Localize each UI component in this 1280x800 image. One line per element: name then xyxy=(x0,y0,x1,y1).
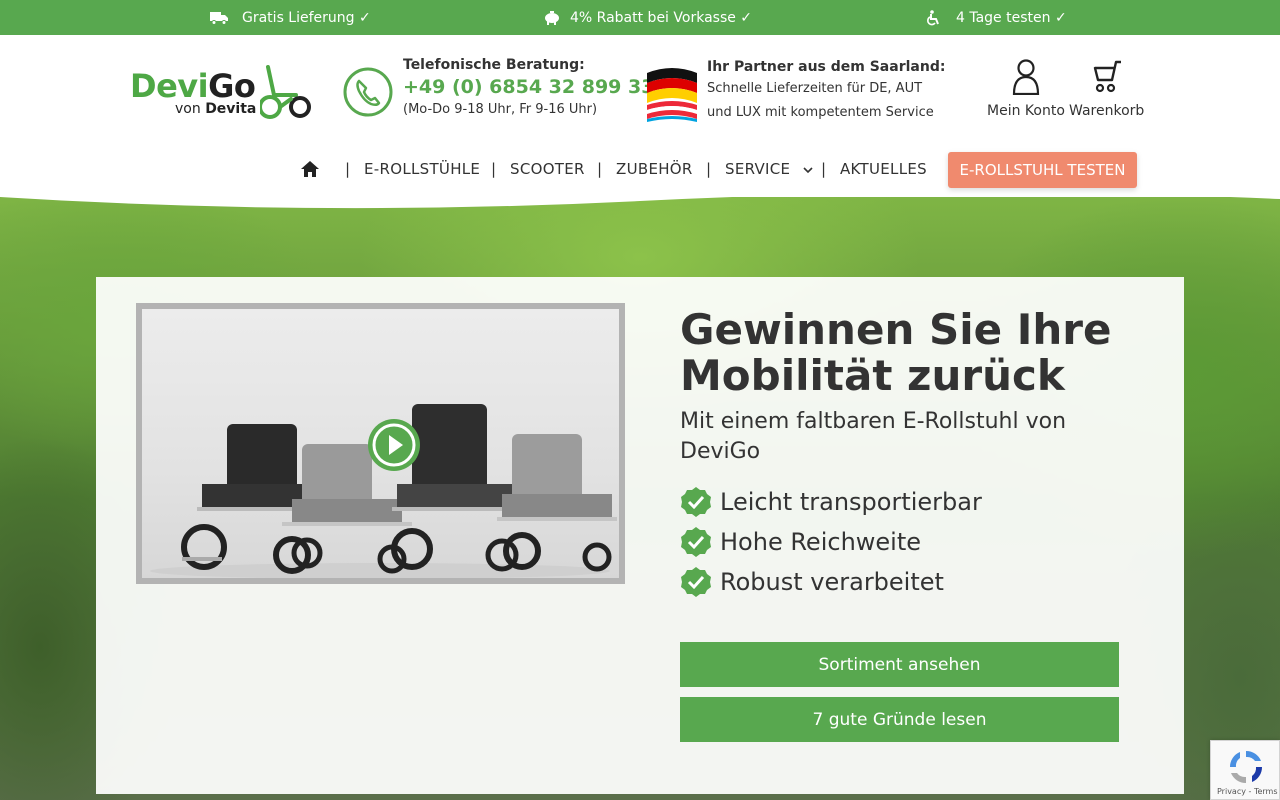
phone-number-link[interactable]: +49 (0) 6854 32 899 33 xyxy=(403,76,654,98)
user-icon xyxy=(1012,59,1040,95)
wheelchair-icon xyxy=(927,9,939,25)
cart-icon xyxy=(1093,60,1121,93)
nav-separator: | xyxy=(345,160,351,178)
nav-item-scooter[interactable]: SCOOTER xyxy=(510,160,585,178)
check-badge-icon xyxy=(681,487,711,517)
saarland-partner-info: Ihr Partner aus dem Saarland: Schnelle L… xyxy=(707,57,945,125)
hero-subtitle: Mit einem faltbaren E-Rollstuhl von Devi… xyxy=(680,409,1067,464)
main-navigation: | E-ROLLSTÜHLE | SCOOTER | ZUBEHÖR | SER… xyxy=(0,152,1280,188)
devigo-logo[interactable]: DeviGo von Devita xyxy=(130,65,312,121)
phone-hours: (Mo-Do 9-18 Uhr, Fr 9-16 Uhr) xyxy=(403,102,598,117)
chevron-down-icon xyxy=(803,167,813,174)
nav-item-e-rollstuehle[interactable]: E-ROLLSTÜHLE xyxy=(364,160,480,178)
benefit-text: Leicht transportierbar xyxy=(720,488,982,516)
phone-consultation: Telefonische Beratung: +49 (0) 6854 32 8… xyxy=(403,57,654,117)
my-account-link[interactable]: Mein Konto xyxy=(987,59,1065,119)
check-badge-icon xyxy=(681,527,711,557)
de-at-lu-flags-icon xyxy=(647,68,697,122)
partner-title: Ihr Partner aus dem Saarland: xyxy=(707,59,946,75)
recaptcha-links[interactable]: Privacy - Terms xyxy=(1217,787,1278,796)
benefit-free-delivery: Gratis Lieferung ✓ xyxy=(210,0,371,35)
nav-item-zubehoer[interactable]: ZUBEHÖR xyxy=(616,160,693,178)
nav-separator: | xyxy=(491,160,497,178)
logo-sub-devita: Devita xyxy=(205,101,257,117)
piggy-bank-icon xyxy=(545,10,559,25)
nav-item-service-label: SERVICE xyxy=(725,160,791,178)
check-badge-icon xyxy=(681,567,711,597)
benefit-text: Hohe Reichweite xyxy=(720,528,922,556)
my-account-label: Mein Konto xyxy=(987,103,1065,119)
video-thumbnail xyxy=(142,309,619,578)
phone-label: Telefonische Beratung: xyxy=(403,57,585,73)
benefit-text: Robust verarbeitet xyxy=(720,568,944,596)
top-benefits-bar: Gratis Lieferung ✓ 4% Rabatt bei Vorkass… xyxy=(0,0,1280,35)
wheelchair-logo-icon xyxy=(260,65,311,119)
hero-top-wave xyxy=(0,197,1280,209)
logo-sub-von: von xyxy=(175,101,206,117)
benefit-label: 4 Tage testen ✓ xyxy=(956,9,1067,26)
logo-wordmark: DeviGo xyxy=(130,67,256,105)
nav-item-aktuelles[interactable]: AKTUELLES xyxy=(840,160,927,178)
nav-item-service[interactable]: SERVICE xyxy=(725,160,813,178)
recaptcha-badge[interactable]: Privacy - Terms xyxy=(1210,740,1280,800)
nav-separator: | xyxy=(821,160,827,178)
phone-icon xyxy=(343,67,393,117)
benefit-list-item: Robust verarbeitet xyxy=(680,562,982,602)
logo-brand-devi: Devi xyxy=(130,67,209,105)
logo-subline: von Devita xyxy=(175,101,256,117)
benefit-label: 4% Rabatt bei Vorkasse ✓ xyxy=(570,9,753,26)
nav-separator: | xyxy=(597,160,603,178)
hero-content-panel: Gewinnen Sie Ihre Mobilität zurück Mit e… xyxy=(96,277,1184,794)
logo-brand-go: Go xyxy=(208,67,256,105)
cart-link[interactable]: Warenkorb xyxy=(1069,59,1144,119)
gute-gruende-lesen-button[interactable]: 7 gute Gründe lesen xyxy=(680,697,1119,742)
sortiment-ansehen-button[interactable]: Sortiment ansehen xyxy=(680,642,1119,687)
truck-icon xyxy=(210,11,228,25)
benefit-trial: 4 Tage testen ✓ xyxy=(926,0,1067,35)
benefit-discount: 4% Rabatt bei Vorkasse ✓ xyxy=(544,0,752,35)
benefit-label: Gratis Lieferung ✓ xyxy=(242,9,371,26)
site-header: DeviGo von Devita Telefonische Beratung:… xyxy=(0,35,1280,197)
hero-title: Gewinnen Sie Ihre Mobilität zurück xyxy=(680,305,1112,400)
home-icon[interactable] xyxy=(300,160,320,178)
cart-label: Warenkorb xyxy=(1069,103,1145,119)
play-icon[interactable] xyxy=(366,417,422,473)
benefit-list: Leicht transportierbar Hohe Reichweite R… xyxy=(680,482,982,602)
e-rollstuhl-testen-button[interactable]: E-ROLLSTUHL TESTEN xyxy=(948,152,1137,188)
partner-line-1: Schnelle Lieferzeiten für DE, AUT xyxy=(707,81,923,96)
product-video[interactable] xyxy=(136,303,625,584)
benefit-list-item: Hohe Reichweite xyxy=(680,522,982,562)
recaptcha-icon xyxy=(1229,750,1263,784)
hero-section: Gewinnen Sie Ihre Mobilität zurück Mit e… xyxy=(0,197,1280,800)
benefit-list-item: Leicht transportierbar xyxy=(680,482,982,522)
partner-line-2: und LUX mit kompetentem Service xyxy=(707,105,934,120)
nav-separator: | xyxy=(706,160,712,178)
